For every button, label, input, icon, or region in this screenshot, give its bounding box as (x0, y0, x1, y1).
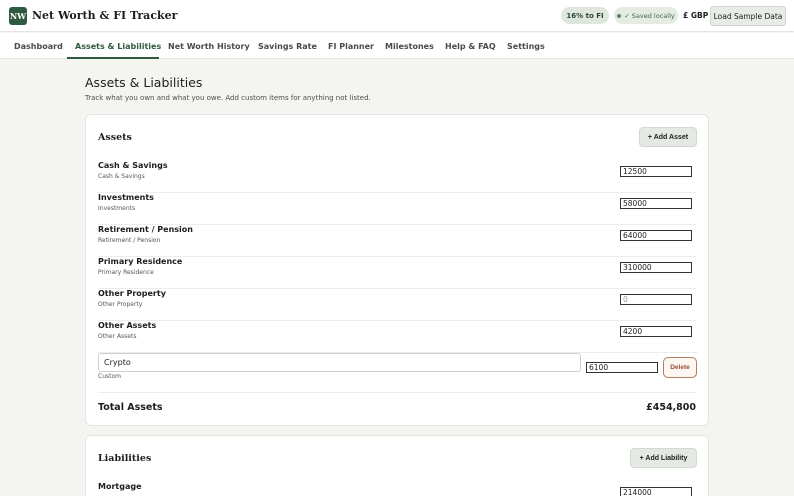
tab-dashboard[interactable]: Dashboard (14, 42, 63, 51)
asset-row-cash-savings: Cash & Savings Cash & Savings (98, 161, 697, 193)
liabilities-card: Liabilities + Add Liability Mortgage (85, 435, 709, 496)
asset-value-input[interactable] (620, 262, 692, 273)
delete-custom-asset-button[interactable]: Delete (663, 357, 697, 378)
asset-row-other-assets: Other Assets Other Assets (98, 321, 697, 353)
tab-assets-liabilities[interactable]: Assets & Liabilities (75, 42, 161, 51)
tab-fi-planner[interactable]: FI Planner (328, 42, 374, 51)
page-title: Assets & Liabilities (85, 75, 203, 90)
main-nav: Dashboard Assets & Liabilities Net Worth… (0, 33, 794, 59)
liability-row-mortgage: Mortgage (98, 482, 697, 496)
status-dot-icon (617, 13, 622, 18)
asset-name: Other Assets (98, 321, 157, 330)
page-subtitle: Track what you own and what you owe. Add… (85, 94, 371, 102)
load-sample-data-button[interactable]: Load Sample Data (710, 6, 786, 26)
asset-name: Retirement / Pension (98, 225, 193, 234)
asset-row-primary-residence: Primary Residence Primary Residence (98, 257, 697, 289)
fi-progress-badge: 16% to FI (561, 7, 609, 24)
tab-settings[interactable]: Settings (507, 42, 545, 51)
divider (98, 392, 697, 393)
asset-value-input[interactable] (620, 230, 692, 241)
custom-asset-value-input[interactable] (586, 362, 658, 373)
tab-net-worth-history[interactable]: Net Worth History (168, 42, 250, 51)
asset-name: Primary Residence (98, 257, 183, 266)
tab-help-faq[interactable]: Help & FAQ (445, 42, 496, 51)
asset-row-investments: Investments Investments (98, 193, 697, 225)
active-tab-indicator (67, 57, 159, 59)
total-assets-value: £454,800 (646, 402, 696, 413)
total-assets-label: Total Assets (98, 402, 163, 413)
add-liability-button[interactable]: + Add Liability (630, 448, 697, 468)
tab-milestones[interactable]: Milestones (385, 42, 434, 51)
add-asset-button[interactable]: + Add Asset (639, 127, 697, 147)
currency-selector[interactable]: £ GBP (683, 11, 708, 20)
asset-row-other-property: Other Property Other Property (98, 289, 697, 321)
asset-category: Other Assets (98, 333, 137, 340)
asset-category: Cash & Savings (98, 173, 145, 180)
app-header: NW Net Worth & FI Tracker 16% to FI ✓ Sa… (0, 0, 794, 32)
saved-status-text: ✓ Saved locally (624, 11, 675, 20)
asset-category: Other Property (98, 301, 143, 308)
asset-value-input[interactable] (620, 166, 692, 177)
asset-name: Investments (98, 193, 154, 202)
asset-category: Retirement / Pension (98, 237, 161, 244)
liabilities-title: Liabilities (98, 453, 152, 464)
asset-value-input[interactable] (620, 198, 692, 209)
assets-card: Assets + Add Asset Cash & Savings Cash &… (85, 114, 709, 426)
asset-value-input[interactable] (620, 294, 692, 305)
assets-title: Assets (98, 132, 132, 143)
custom-asset-name-input[interactable] (98, 353, 581, 372)
asset-category: Primary Residence (98, 269, 154, 276)
asset-value-input[interactable] (620, 326, 692, 337)
asset-category: Investments (98, 205, 136, 212)
app-title: Net Worth & FI Tracker (32, 9, 178, 22)
asset-row-retirement: Retirement / Pension Retirement / Pensio… (98, 225, 697, 257)
asset-name: Cash & Savings (98, 161, 168, 170)
custom-asset-label: Custom (98, 373, 121, 380)
saved-status-badge: ✓ Saved locally (614, 7, 678, 24)
liability-value-input[interactable] (620, 487, 692, 496)
liability-name: Mortgage (98, 482, 142, 491)
asset-name: Other Property (98, 289, 166, 298)
app-logo: NW (9, 7, 27, 25)
tab-savings-rate[interactable]: Savings Rate (258, 42, 317, 51)
